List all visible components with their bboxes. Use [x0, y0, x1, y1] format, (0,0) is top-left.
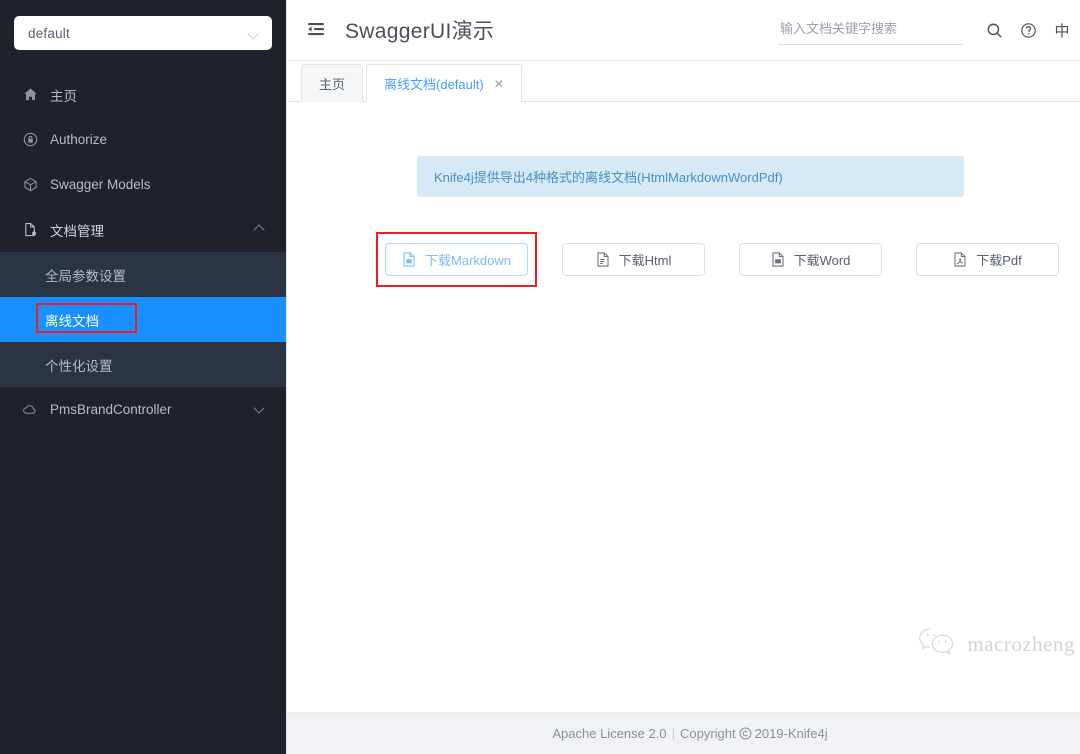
sidebar-item-personalization-label: 个性化设置 [45, 358, 113, 374]
tab-bar: 主页 离线文档(default) ✕ [287, 61, 1080, 102]
download-markdown-button[interactable]: 下载Markdown [385, 243, 528, 276]
download-pdf-label: 下载Pdf [976, 253, 1022, 268]
footer-license: Apache License 2.0 [552, 726, 667, 741]
info-alert-text: Knife4j提供导出4种格式的离线文档(HtmlMarkdownWordPdf… [434, 170, 783, 185]
footer-copyright-prefix: Copyright [679, 726, 736, 741]
download-html-slot: 下载Html [562, 243, 705, 276]
sidebar-item-personalization[interactable]: 个性化设置 [0, 342, 286, 387]
tab-home[interactable]: 主页 [301, 64, 364, 102]
menu-fold-icon[interactable] [305, 19, 327, 41]
footer-separator: | [671, 726, 675, 741]
group-select-wrap: default [0, 0, 286, 50]
download-word-label: 下载Word [793, 253, 851, 268]
download-button-row: 下载Markdown 下载Html 下载Word 下载Pdf [376, 232, 1059, 287]
group-select-value: default [28, 25, 70, 41]
group-select[interactable]: default [14, 16, 272, 50]
file-html-icon [596, 252, 610, 267]
language-toggle[interactable]: 中 [1045, 13, 1079, 47]
lock-icon [22, 132, 38, 148]
sidebar-menu: 主页 Authorize Swagger Models 文档管理 全局参数设置 … [0, 72, 286, 432]
sidebar-item-home[interactable]: 主页 [0, 72, 286, 117]
search-field[interactable] [778, 16, 963, 45]
sidebar-item-authorize[interactable]: Authorize [0, 117, 286, 162]
sidebar-item-home-label: 主页 [50, 88, 77, 104]
search-icon[interactable] [977, 13, 1011, 47]
copyright-icon [739, 727, 752, 740]
download-markdown-slot: 下载Markdown [376, 232, 537, 287]
sidebar-item-document-management-label: 文档管理 [50, 223, 104, 239]
download-html-label: 下载Html [618, 253, 672, 268]
watermark: macrozheng [917, 625, 1075, 664]
content-area: Knife4j提供导出4种格式的离线文档(HtmlMarkdownWordPdf… [287, 102, 1080, 712]
chevron-down-icon [254, 405, 264, 415]
file-markdown-icon [402, 252, 416, 267]
page-title: SwaggerUI演示 [345, 20, 495, 43]
sidebar-item-swagger-models[interactable]: Swagger Models [0, 162, 286, 207]
wechat-icon [917, 625, 959, 664]
footer: Apache License 2.0 | Copyright 2019-Knif… [287, 712, 1080, 754]
sidebar: default 主页 Authorize Swagger Models 文档管理… [0, 0, 286, 754]
search-input[interactable] [780, 20, 961, 36]
sidebar-item-document-management[interactable]: 文档管理 [0, 207, 286, 252]
download-markdown-label: 下载Markdown [425, 253, 511, 268]
top-bar-actions: 中 [778, 13, 1079, 47]
chevron-down-icon [249, 30, 260, 37]
main-panel: SwaggerUI演示 中 [286, 0, 1080, 754]
download-html-button[interactable]: 下载Html [562, 243, 705, 276]
sidebar-item-offline-docs[interactable]: 离线文档 [0, 297, 286, 342]
cloud-icon [22, 402, 38, 418]
tab-offline-docs-label: 离线文档(default) [384, 77, 484, 92]
sidebar-item-pms-brand-controller-label: PmsBrandController [50, 402, 172, 417]
tab-offline-docs[interactable]: 离线文档(default) ✕ [366, 64, 522, 102]
download-pdf-slot: 下载Pdf [916, 243, 1059, 276]
download-word-slot: 下载Word [739, 243, 882, 276]
download-word-button[interactable]: 下载Word [739, 243, 882, 276]
home-icon [22, 87, 38, 103]
top-bar: SwaggerUI演示 中 [287, 0, 1080, 61]
chevron-up-icon [254, 225, 264, 235]
sidebar-submenu: 全局参数设置 离线文档 个性化设置 [0, 252, 286, 387]
watermark-text: macrozheng [967, 632, 1075, 656]
question-circle-icon[interactable] [1011, 13, 1045, 47]
file-pdf-icon [953, 252, 967, 267]
app-root: default 主页 Authorize Swagger Models 文档管理… [0, 0, 1080, 754]
sidebar-item-authorize-label: Authorize [50, 132, 108, 147]
info-alert: Knife4j提供导出4种格式的离线文档(HtmlMarkdownWordPdf… [417, 156, 964, 197]
sidebar-item-offline-docs-label: 离线文档 [45, 313, 99, 329]
footer-copyright-text: 2019-Knife4j [754, 726, 828, 741]
cube-icon [22, 177, 38, 193]
sidebar-item-global-params-label: 全局参数设置 [45, 268, 126, 284]
file-settings-icon [22, 222, 38, 238]
file-word-icon [771, 252, 785, 267]
sidebar-item-pms-brand-controller[interactable]: PmsBrandController [0, 387, 286, 432]
tab-home-label: 主页 [319, 77, 346, 92]
close-icon[interactable]: ✕ [494, 78, 504, 90]
sidebar-item-global-params[interactable]: 全局参数设置 [0, 252, 286, 297]
sidebar-item-swagger-models-label: Swagger Models [50, 177, 151, 192]
download-pdf-button[interactable]: 下载Pdf [916, 243, 1059, 276]
